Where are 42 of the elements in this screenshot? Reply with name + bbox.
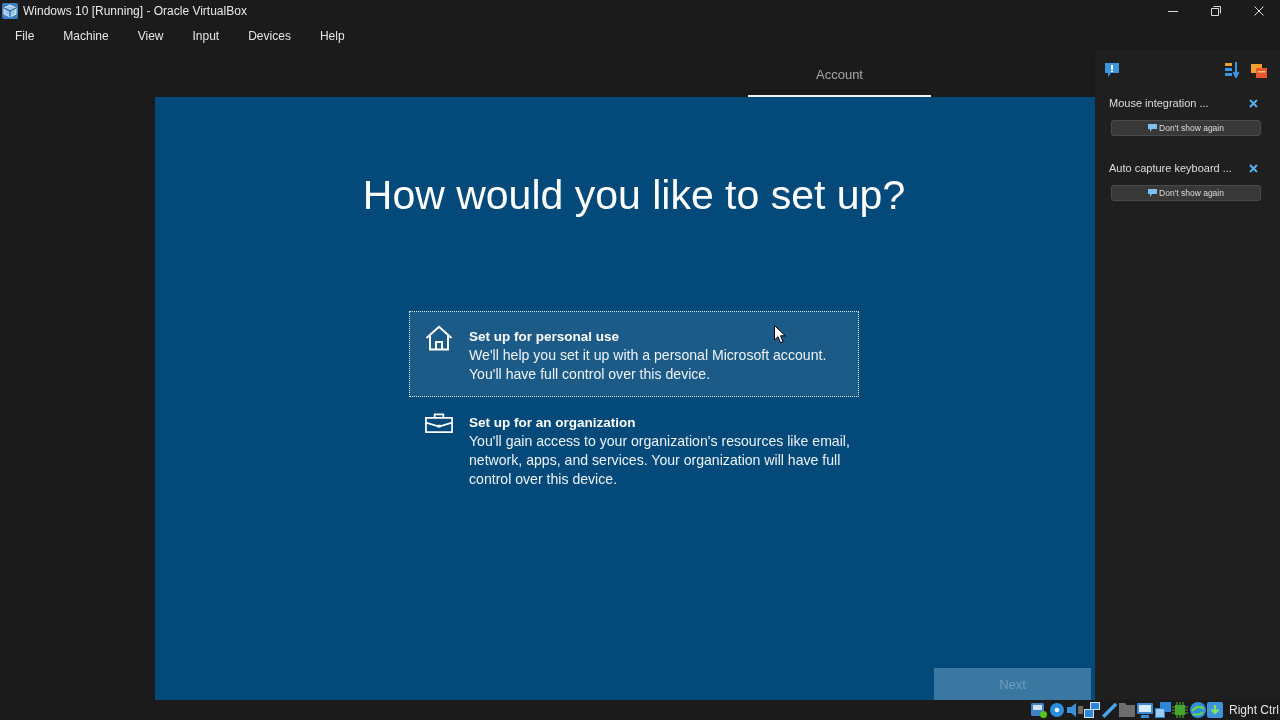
option-title: Set up for personal use — [469, 328, 620, 346]
menu-item[interactable]: View — [129, 26, 172, 46]
disc-icon[interactable] — [1049, 702, 1066, 718]
menu-item[interactable]: Help — [311, 26, 353, 46]
close-icon[interactable] — [1249, 163, 1258, 173]
chip-icon[interactable] — [1172, 702, 1189, 718]
cube-icon — [2, 3, 18, 19]
menu-item[interactable]: Machine — [55, 26, 117, 46]
menu-item[interactable]: File — [7, 26, 43, 46]
alert-bubble-icon[interactable] — [1105, 63, 1119, 77]
notification-title: Auto capture keyboard ... — [1109, 162, 1233, 174]
notification-title: Mouse integration ... — [1109, 97, 1210, 109]
briefcase-icon — [425, 413, 453, 433]
restore-icon[interactable] — [1210, 6, 1221, 16]
minimize-icon[interactable] — [1167, 10, 1178, 12]
house-icon — [425, 325, 453, 351]
option-card[interactable]: Set up for an organization You'll gain access to your organization's resources like email, network, apps, and services. Your organization will have full control over this device. — [409, 397, 859, 502]
network-icon[interactable] — [1084, 702, 1101, 718]
mouse-pointer-icon — [774, 325, 786, 344]
stacked-windows-icon[interactable] — [1251, 62, 1267, 78]
page-heading: How would you like to set up? — [361, 172, 907, 218]
globe-icon[interactable] — [1189, 702, 1206, 718]
menu-item[interactable]: Input — [184, 26, 228, 46]
speaker-icon[interactable] — [1066, 702, 1083, 718]
bubble-icon — [1148, 189, 1157, 197]
menu-item[interactable]: Devices — [240, 26, 299, 46]
bubble-icon — [1148, 124, 1157, 132]
window-stack-icon[interactable] — [1154, 702, 1171, 718]
hard-drive-icon[interactable] — [1031, 702, 1048, 718]
usb-stick-icon[interactable] — [1101, 702, 1118, 718]
dont-show-again-button[interactable]: Don't show again — [1111, 120, 1261, 136]
folder-icon[interactable] — [1119, 702, 1136, 718]
option-description: You'll gain access to your organization's resources like email, network, apps, and services. Your organization will have full control over this device. — [469, 432, 851, 489]
host-key-label: Right Ctrl — [1229, 703, 1279, 717]
sort-icon[interactable] — [1225, 62, 1240, 78]
close-icon[interactable] — [1249, 98, 1258, 108]
option-card[interactable]: Set up for personal use We'll help you set it up with a personal Microsoft account. You'll have full control over this device. — [409, 311, 859, 397]
dont-show-again-button[interactable]: Don't show again — [1111, 185, 1261, 201]
option-title: Set up for an organization — [469, 414, 636, 432]
option-description: We'll help you set it up with a personal Microsoft account. You'll have full control over this device. — [469, 346, 828, 384]
monitor-icon[interactable] — [1137, 702, 1153, 718]
window-title: Windows 10 [Running] - Oracle VirtualBox — [23, 4, 247, 18]
